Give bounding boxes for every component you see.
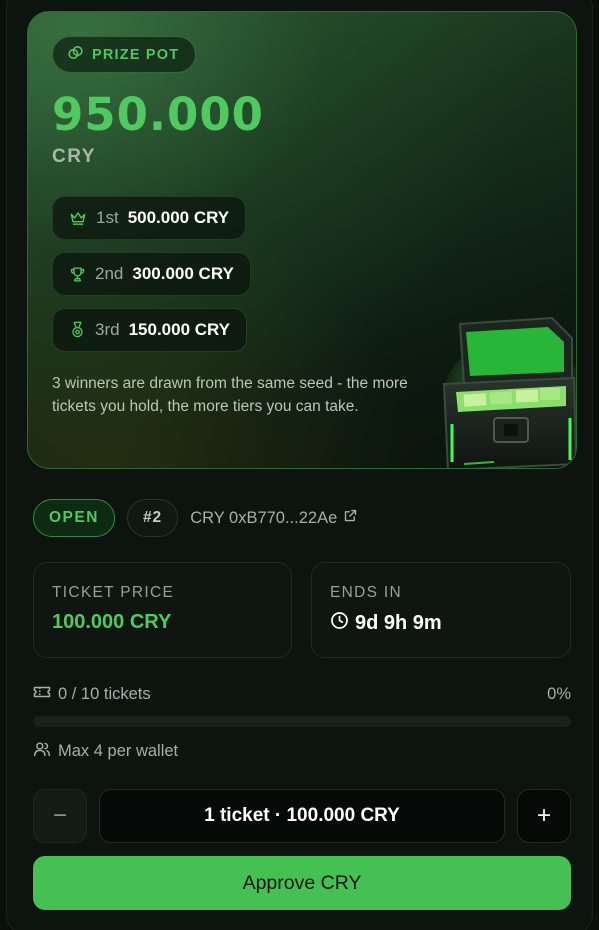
decrease-quantity-button[interactable]: − bbox=[33, 789, 87, 843]
max-per-wallet-row: Max 4 per wallet bbox=[33, 741, 178, 762]
prize-pot-unit: CRY bbox=[52, 146, 96, 167]
external-link-icon bbox=[343, 508, 358, 528]
prize-pot-badge: PRIZE POT bbox=[52, 36, 197, 73]
contract-link[interactable]: CRY 0xB770...22Ae bbox=[190, 508, 358, 528]
ticket-price-value: 100.000 CRY bbox=[52, 611, 172, 633]
tier-amount: 300.000 CRY bbox=[132, 264, 234, 283]
users-icon bbox=[33, 741, 51, 762]
tickets-sold-text: 0 / 10 tickets bbox=[58, 685, 151, 703]
ticket-price-label: TICKET PRICE bbox=[52, 584, 175, 601]
tier-third: 3rd 150.000 CRY bbox=[52, 308, 248, 352]
prize-pot-card: PRIZE POT 950.000 CRY 1st 500.000 CRY 2n… bbox=[27, 11, 577, 469]
tier-second: 2nd 300.000 CRY bbox=[52, 252, 251, 296]
ends-in-box: ENDS IN 9d 9h 9m bbox=[311, 562, 571, 658]
quantity-display: 1 ticket · 100.000 CRY bbox=[99, 789, 505, 843]
prize-pot-description: 3 winners are drawn from the same seed -… bbox=[52, 375, 408, 415]
round-status-row: OPEN #2 CRY 0xB770...22Ae bbox=[33, 499, 358, 537]
tier-rank: 2nd bbox=[95, 264, 124, 283]
approve-button[interactable]: Approve CRY bbox=[33, 856, 571, 910]
ticket-icon bbox=[33, 684, 51, 705]
round-badge: #2 bbox=[126, 499, 179, 537]
tier-rank: 1st bbox=[96, 208, 119, 227]
status-badge: OPEN bbox=[33, 499, 115, 537]
clock-icon bbox=[330, 611, 349, 636]
ends-in-value-row: 9d 9h 9m bbox=[330, 611, 442, 636]
prize-pot-amount: 950.000 bbox=[52, 88, 264, 141]
treasure-chest-image bbox=[434, 314, 576, 468]
tickets-sold-row: 0 / 10 tickets 0% bbox=[33, 684, 571, 705]
ends-in-label: ENDS IN bbox=[330, 584, 402, 601]
trophy-icon bbox=[69, 266, 86, 283]
ends-in-value: 9d 9h 9m bbox=[355, 612, 442, 634]
tier-first: 1st 500.000 CRY bbox=[52, 196, 247, 240]
ticket-price-box: TICKET PRICE 100.000 CRY bbox=[33, 562, 292, 658]
coins-icon bbox=[67, 44, 84, 65]
contract-address: CRY 0xB770...22Ae bbox=[190, 508, 338, 527]
tickets-progress-bar bbox=[33, 716, 571, 727]
crown-icon bbox=[69, 210, 87, 226]
tickets-percent: 0% bbox=[547, 685, 571, 703]
medal-icon bbox=[69, 321, 86, 339]
prize-pot-label: PRIZE POT bbox=[92, 46, 180, 63]
tier-rank: 3rd bbox=[95, 320, 120, 339]
tier-amount: 150.000 CRY bbox=[128, 320, 231, 339]
max-per-wallet-text: Max 4 per wallet bbox=[58, 742, 179, 760]
increase-quantity-button[interactable]: + bbox=[517, 789, 571, 843]
tier-amount: 500.000 CRY bbox=[127, 208, 230, 227]
